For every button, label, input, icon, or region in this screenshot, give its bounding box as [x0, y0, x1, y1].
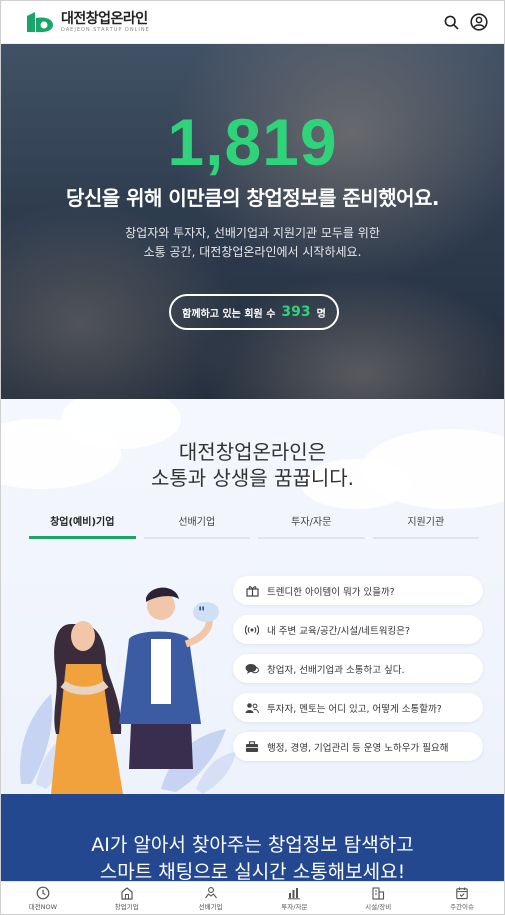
member-count: 393	[281, 304, 311, 320]
member-label: 함께하고 있는 회원 수	[182, 308, 276, 320]
handshake-icon	[204, 886, 218, 900]
nav-label: 대전NOW	[28, 903, 58, 911]
user-icon[interactable]	[470, 13, 488, 31]
tab-startup[interactable]: 창업(예비)기업	[29, 513, 136, 539]
search-icon[interactable]	[442, 13, 460, 31]
logo-mark-icon	[25, 10, 55, 34]
community-title-line-1: 대전창업온라인은	[178, 440, 327, 464]
bubble-trend-item: 트렌디한 아이템이 뭐가 있을까?	[233, 576, 483, 605]
nav-investment[interactable]: 투자/자문	[252, 882, 336, 914]
hero-title: 당신을 위해 이만큼의 창업정보를 준비했어요.	[65, 186, 440, 210]
nav-daejeon-now[interactable]: 대전NOW	[1, 882, 85, 914]
hero-desc-line-2: 소통 공간, 대전창업온라인에서 시작하세요.	[143, 245, 362, 259]
member-unit: 명	[316, 308, 326, 320]
ai-promo-line-1: AI가 알아서 찾아주는 창업정보 탐색하고	[91, 834, 414, 856]
nav-label: 투자/자문	[281, 903, 308, 911]
bubble-communicate: 창업자, 선배기업과 소통하고 싶다.	[233, 654, 483, 683]
bottom-navigation: 대전NOW 창업기업 선배기업 투자/자문 시설/장비 주간이슈	[1, 881, 504, 914]
bubble-investor-mentor: 투자자, 멘토는 어디 있고, 어떻게 소통할까?	[233, 693, 483, 722]
facility-icon	[371, 886, 385, 900]
audience-tabs: 창업(예비)기업 선배기업 투자/자문 지원기관	[29, 513, 479, 539]
bubble-nearby-resources: 내 주변 교육/공간/시설/네트워킹은?	[233, 615, 483, 644]
svg-text:": "	[198, 605, 205, 621]
gift-icon	[245, 585, 259, 597]
nav-label: 창업기업	[114, 903, 139, 911]
calendar-icon	[455, 886, 469, 900]
member-count-button[interactable]: 함께하고 있는 회원 수 393 명	[169, 294, 339, 330]
community-section: 대전창업온라인은 소통과 상생을 꿈꿉니다. 창업(예비)기업 선배기업 투자/…	[1, 399, 504, 794]
app-frame: 대전창업온라인 DAEJEON STARTUP ONLINE 1,819 당신을…	[0, 0, 505, 915]
building-icon	[120, 886, 134, 900]
nav-facilities[interactable]: 시설/장비	[336, 882, 420, 914]
community-title: 대전창업온라인은 소통과 상생을 꿈꿉니다.	[1, 439, 504, 491]
hero-section: 1,819 당신을 위해 이만큼의 창업정보를 준비했어요. 창업자와 투자자,…	[1, 44, 504, 399]
bubble-text: 창업자, 선배기업과 소통하고 싶다.	[267, 664, 405, 676]
nav-startup-companies[interactable]: 창업기업	[85, 882, 169, 914]
clock-icon	[36, 886, 50, 900]
nav-label: 시설/장비	[365, 903, 392, 911]
top-header: 대전창업온라인 DAEJEON STARTUP ONLINE	[1, 1, 504, 44]
nav-weekly-issue[interactable]: 주간이슈	[420, 882, 504, 914]
bubble-text: 투자자, 멘토는 어디 있고, 어떻게 소통할까?	[267, 703, 442, 715]
bubble-text: 행정, 경영, 기업관리 등 운영 노하우가 필요해	[267, 742, 449, 754]
briefcase-icon	[245, 740, 259, 753]
logo-subtitle: DAEJEON STARTUP ONLINE	[61, 27, 150, 33]
ai-promo-text: AI가 알아서 찾아주는 창업정보 탐색하고 스마트 채팅으로 실시간 소통해보…	[1, 832, 504, 886]
signal-icon	[245, 624, 259, 636]
hero-description: 창업자와 투자자, 선배기업과 지원기관 모두를 위한 소통 공간, 대전창업온…	[1, 224, 504, 262]
bubble-operation-knowhow: 행정, 경영, 기업관리 등 운영 노하우가 필요해	[233, 732, 483, 761]
bubble-text: 트렌디한 아이템이 뭐가 있을까?	[267, 586, 395, 598]
chat-icon	[245, 663, 259, 675]
tab-senior-company[interactable]: 선배기업	[143, 513, 250, 539]
logo[interactable]: 대전창업온라인 DAEJEON STARTUP ONLINE	[25, 10, 150, 34]
people-icon	[245, 702, 259, 714]
community-title-line-2: 소통과 상생을 꿈꿉니다.	[150, 466, 355, 490]
tab-investment[interactable]: 투자/자문	[258, 513, 365, 539]
nav-label: 주간이슈	[450, 903, 475, 911]
nav-senior-companies[interactable]: 선배기업	[169, 882, 253, 914]
bubble-text: 내 주변 교육/공간/시설/네트워킹은?	[267, 625, 411, 637]
hero-desc-line-1: 창업자와 투자자, 선배기업과 지원기관 모두를 위한	[125, 226, 380, 240]
nav-label: 선배기업	[198, 903, 223, 911]
logo-title: 대전창업온라인	[61, 11, 148, 27]
chart-icon	[287, 886, 301, 900]
people-illustration: "	[20, 587, 236, 794]
tab-support-agency[interactable]: 지원기관	[372, 513, 479, 539]
info-count: 1,819	[167, 105, 338, 179]
